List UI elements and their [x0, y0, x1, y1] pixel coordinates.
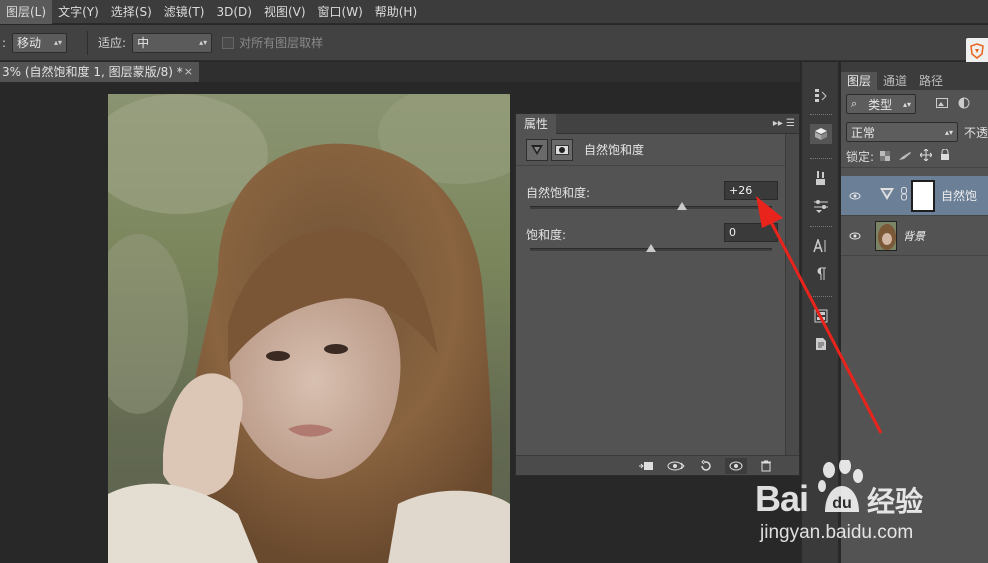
layer-name-vibrance: 自然饱 — [941, 189, 978, 203]
document-image[interactable] — [108, 94, 510, 563]
fit-label: 适应: — [98, 36, 127, 50]
sample-all-label: 对所有图层取样 — [239, 36, 324, 50]
saturation-control: 饱和度: 0 — [526, 223, 778, 252]
filter-pixel-icon[interactable] — [936, 97, 948, 111]
baidu-jingyan-watermark: Bai du 经验 jingyan.baidu.com — [755, 458, 985, 558]
mode-select-value: 移动 — [17, 36, 42, 50]
properties-tab[interactable]: 属性 — [516, 113, 557, 134]
lock-move-icon[interactable] — [919, 148, 933, 164]
filter-adjustment-icon[interactable] — [958, 97, 970, 112]
shield-icon[interactable] — [966, 38, 988, 64]
menu-layer[interactable]: 图层(L) — [0, 0, 53, 24]
layer-filter-row: ⌕ 类型 ▴▾ — [841, 90, 988, 118]
document-tab-title: 3% (自然饱和度 1, 图层蒙版/8) * — [2, 65, 183, 79]
clip-to-layer-icon[interactable] — [635, 458, 657, 474]
blend-mode-select[interactable]: 正常 ▴▾ — [846, 122, 958, 142]
baidu-paw-icon: du — [817, 458, 865, 521]
menu-type[interactable]: 文字(Y) — [52, 0, 105, 24]
view-previous-state-icon[interactable] — [665, 458, 687, 474]
opacity-label: 不透 — [963, 125, 988, 140]
search-icon: ⌕ — [851, 97, 858, 110]
menu-select[interactable]: 选择(S) — [105, 0, 158, 24]
options-leading-colon: : — [2, 35, 7, 50]
layer-mask-icon[interactable] — [551, 138, 573, 161]
lock-transparent-icon[interactable] — [880, 150, 891, 164]
mask-link-icon[interactable] — [901, 187, 907, 204]
lock-row: 锁定: — [841, 146, 988, 168]
updown-arrow-icon: ▴▾ — [199, 38, 208, 47]
menu-view[interactable]: 视图(V) — [258, 0, 312, 24]
saturation-label: 饱和度: — [526, 228, 567, 242]
properties-header: 属性 ▸▸ ☰ — [516, 113, 799, 134]
watermark-brand-right: 经验 — [867, 485, 924, 518]
visibility-eye-icon[interactable] — [725, 457, 747, 474]
menu-bar: 图层(L) 文字(Y) 选择(S) 滤镜(T) 3D(D) 视图(V) 窗口(W… — [0, 0, 988, 24]
updown-arrow-icon: ▴▾ — [54, 38, 63, 47]
layers-tabs: 图层 通道 路径 — [841, 62, 988, 90]
tab-strip — [199, 62, 800, 82]
lock-all-icon[interactable] — [940, 148, 950, 164]
vibrance-label: 自然饱和度: — [526, 186, 591, 200]
svg-text:du: du — [832, 495, 852, 512]
menu-3d[interactable]: 3D(D) — [210, 0, 257, 24]
history-icon[interactable] — [810, 86, 832, 106]
toolstrip-grip — [810, 114, 832, 117]
close-icon[interactable]: × — [184, 62, 193, 82]
blend-mode-value: 正常 — [851, 125, 876, 140]
updown-arrow-icon: ▴▾ — [944, 127, 953, 137]
saturation-slider-thumb[interactable] — [646, 244, 656, 252]
lock-label: 锁定: — [846, 150, 875, 164]
document-tab[interactable]: 3% (自然饱和度 1, 图层蒙版/8) * × — [0, 62, 199, 82]
menu-help[interactable]: 帮助(H) — [369, 0, 423, 24]
portrait-photo — [108, 94, 510, 563]
brush-presets-icon[interactable] — [810, 168, 832, 188]
tab-layers[interactable]: 图层 — [841, 72, 878, 90]
mode-select[interactable]: 移动 ▴▾ — [12, 32, 68, 53]
lock-brush-icon[interactable] — [898, 150, 912, 164]
adjustment-name: 自然饱和度 — [584, 143, 645, 157]
updown-arrow-icon: ▴▾ — [902, 99, 911, 109]
adjustment-title: 自然饱和度 — [516, 134, 786, 166]
layer-filter-value: 类型 — [868, 97, 893, 112]
layer-mask-thumbnail[interactable] — [911, 179, 935, 212]
options-bar: : 移动 ▴▾ 适应: 中 ▴▾ 对所有图层取样 — [0, 25, 988, 61]
tab-paths[interactable]: 路径 — [913, 72, 949, 90]
layer-name-background: 背景 — [903, 229, 925, 243]
panel-menu-icon[interactable]: ▸▸ ☰ — [773, 118, 799, 129]
tab-channels[interactable]: 通道 — [877, 72, 913, 90]
vibrance-slider-track[interactable] — [530, 206, 772, 209]
menu-filter[interactable]: 滤镜(T) — [158, 0, 211, 24]
vibrance-slider-thumb[interactable] — [677, 202, 688, 210]
fit-select[interactable]: 中 ▴▾ — [132, 32, 213, 53]
watermark-brand-left: Bai — [755, 478, 809, 519]
vibrance-control: 自然饱和度: +26 — [526, 181, 778, 210]
sample-all-checkbox[interactable] — [222, 36, 235, 49]
reset-icon[interactable] — [695, 458, 717, 474]
toolstrip-grip — [810, 158, 832, 161]
vibrance-adjustment-icon[interactable] — [526, 138, 548, 161]
fit-select-value: 中 — [137, 36, 150, 50]
annotation-arrow — [756, 196, 883, 434]
layer-filter-select[interactable]: ⌕ 类型 ▴▾ — [846, 94, 916, 114]
properties-panel-icon[interactable] — [810, 124, 832, 144]
watermark-url: jingyan.baidu.com — [760, 522, 914, 543]
options-divider — [87, 30, 89, 55]
blend-mode-row: 正常 ▴▾ 不透 — [841, 118, 988, 146]
menu-window[interactable]: 窗口(W) — [312, 0, 369, 24]
